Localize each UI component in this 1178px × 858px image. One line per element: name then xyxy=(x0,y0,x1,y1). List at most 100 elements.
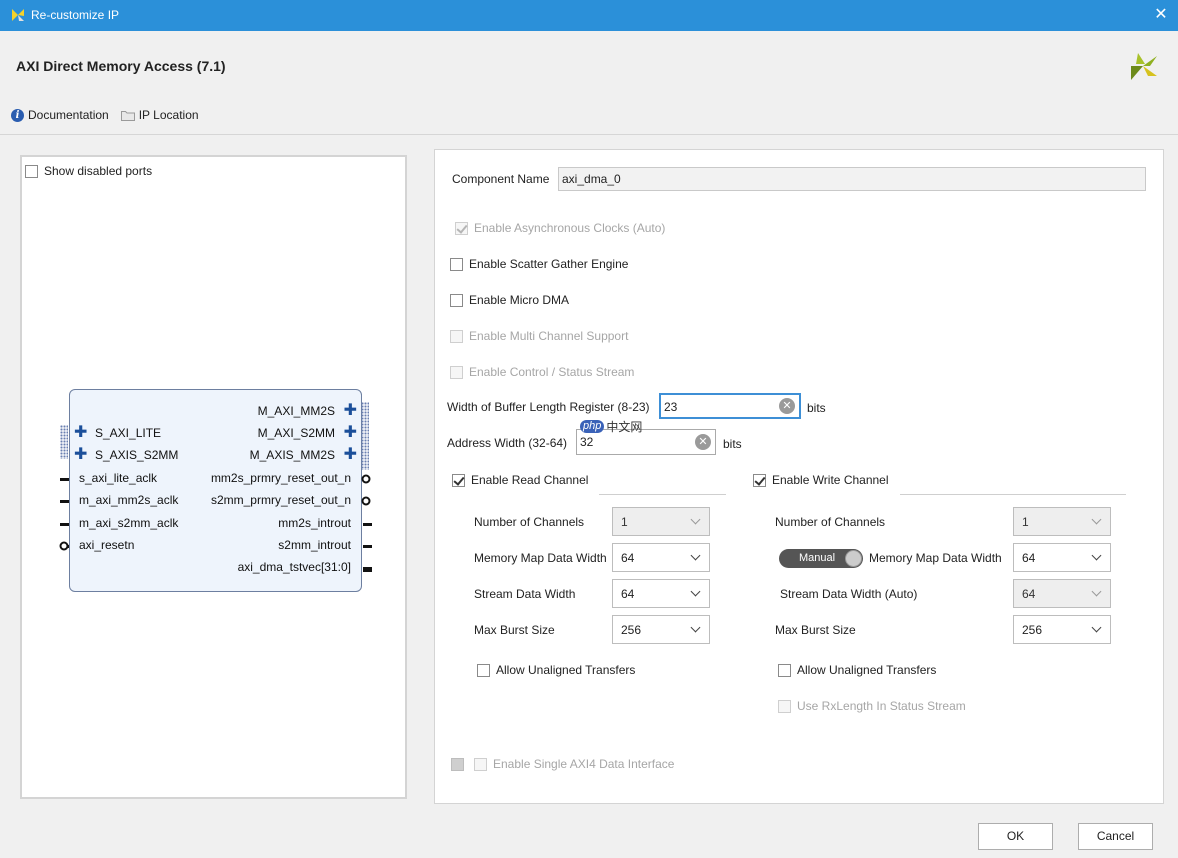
ip-location-link[interactable]: IP Location xyxy=(120,108,199,122)
scatter-gather-option[interactable]: Enable Scatter Gather Engine xyxy=(450,257,628,271)
ip-symbol-panel: Show disabled ports M_AXI_MM2S M_AXI_S2M… xyxy=(20,155,407,799)
port-s-axis-s2mm: S_AXIS_S2MM xyxy=(95,448,179,462)
watermark-text: 中文网 xyxy=(606,420,643,434)
write-channel-divider xyxy=(900,494,1126,495)
component-name-label: Component Name xyxy=(452,172,550,186)
folder-icon xyxy=(120,110,135,121)
header-links: i Documentation IP Location xyxy=(11,108,205,122)
buffer-length-input[interactable]: 23 ✕ xyxy=(659,393,801,419)
manual-toggle-label: Manual xyxy=(799,552,836,564)
enable-read-channel-label: Enable Read Channel xyxy=(471,473,589,487)
read-stream-width-label: Stream Data Width xyxy=(474,587,576,601)
address-width-label: Address Width (32-64) xyxy=(447,436,568,450)
bus-connector xyxy=(361,402,369,436)
micro-dma-label: Enable Micro DMA xyxy=(469,293,570,307)
write-unaligned-option[interactable]: Allow Unaligned Transfers xyxy=(778,663,936,677)
read-unaligned-option[interactable]: Allow Unaligned Transfers xyxy=(477,663,635,677)
read-stream-width-value: 64 xyxy=(621,587,635,601)
read-mm-width-select[interactable]: 64 xyxy=(612,543,710,572)
inverted-pin-icon xyxy=(361,496,371,506)
control-status-label: Enable Control / Status Stream xyxy=(469,365,635,379)
chevron-down-icon xyxy=(690,514,701,525)
micro-dma-checkbox[interactable] xyxy=(450,293,463,307)
micro-dma-option[interactable]: Enable Micro DMA xyxy=(450,293,569,307)
enable-write-channel-label: Enable Write Channel xyxy=(772,473,889,487)
watermark-badge: php xyxy=(580,420,605,433)
enable-read-channel-checkbox[interactable] xyxy=(452,473,465,487)
port-s-axi-lite: S_AXI_LITE xyxy=(95,426,162,440)
bus-plus-icon: ✚ xyxy=(343,446,357,463)
vivado-brand-icon xyxy=(1131,53,1157,80)
vivado-logo-icon xyxy=(12,9,24,21)
ok-button[interactable]: OK xyxy=(978,823,1053,850)
enable-write-channel-option[interactable]: Enable Write Channel xyxy=(753,473,889,487)
pin-line xyxy=(363,567,372,572)
toggle-knob xyxy=(845,550,862,567)
ip-header: AXI Direct Memory Access (7.1) i Documen… xyxy=(0,31,1178,135)
enable-read-channel-option[interactable]: Enable Read Channel xyxy=(452,473,588,487)
read-mm-width-value: 64 xyxy=(621,551,635,565)
write-mm-width-select[interactable]: 64 xyxy=(1013,543,1111,572)
bus-connector xyxy=(60,425,68,459)
pin-line xyxy=(363,545,372,548)
pin-line xyxy=(60,478,69,481)
window-title: Re-customize IP xyxy=(31,8,120,22)
single-axi4-option: Enable Single AXI4 Data Interface xyxy=(474,757,674,771)
read-unaligned-checkbox[interactable] xyxy=(477,663,490,677)
show-disabled-ports-checkbox[interactable] xyxy=(25,164,38,178)
buffer-length-label: Width of Buffer Length Register (8-23) xyxy=(447,400,650,414)
pin-line xyxy=(60,523,69,526)
documentation-link[interactable]: i Documentation xyxy=(11,108,109,122)
show-disabled-ports-label: Show disabled ports xyxy=(44,164,153,178)
rxlength-label: Use RxLength In Status Stream xyxy=(797,699,966,713)
component-name-input[interactable]: axi_dma_0 xyxy=(558,167,1146,191)
show-disabled-ports-option[interactable]: Show disabled ports xyxy=(25,164,152,178)
write-num-channels-label: Number of Channels xyxy=(775,515,886,529)
manual-auto-toggle[interactable]: Manual xyxy=(779,549,863,568)
port-mm2s-introut: mm2s_introut xyxy=(278,516,351,530)
enable-write-channel-checkbox[interactable] xyxy=(753,473,766,487)
write-num-channels-select: 1 xyxy=(1013,507,1111,536)
bus-plus-icon: ✚ xyxy=(74,424,88,441)
scatter-gather-checkbox[interactable] xyxy=(450,257,463,271)
port-m-axi-mm2s-aclk: m_axi_mm2s_aclk xyxy=(79,493,179,507)
control-status-option: Enable Control / Status Stream xyxy=(450,365,634,379)
pin-line xyxy=(363,523,372,526)
read-unaligned-label: Allow Unaligned Transfers xyxy=(496,663,636,677)
chevron-down-icon xyxy=(690,586,701,597)
port-m-axis-mm2s: M_AXIS_MM2S xyxy=(249,448,335,462)
port-m-axi-s2mm: M_AXI_S2MM xyxy=(257,426,335,440)
single-axi4-checkbox xyxy=(474,757,487,771)
chevron-down-icon xyxy=(1091,550,1102,561)
write-stream-width-label: Stream Data Width (Auto) xyxy=(780,587,918,601)
write-unaligned-checkbox[interactable] xyxy=(778,663,791,677)
port-s-axi-lite-aclk: s_axi_lite_aclk xyxy=(79,471,158,485)
clear-icon[interactable]: ✕ xyxy=(779,398,795,414)
buffer-length-value: 23 xyxy=(664,400,678,414)
read-channel-divider xyxy=(599,494,726,495)
inverted-pin-icon xyxy=(59,541,69,551)
write-unaligned-label: Allow Unaligned Transfers xyxy=(797,663,937,677)
cancel-button[interactable]: Cancel xyxy=(1078,823,1153,850)
watermark: php 中文网 xyxy=(580,418,642,435)
configuration-panel: Component Name axi_dma_0 Enable Asynchro… xyxy=(434,149,1164,804)
clear-icon[interactable]: ✕ xyxy=(695,434,711,450)
rxlength-checkbox xyxy=(778,699,791,713)
write-stream-width-value: 64 xyxy=(1022,587,1036,601)
info-icon: i xyxy=(11,108,24,122)
write-burst-select[interactable]: 256 xyxy=(1013,615,1111,644)
read-burst-select[interactable]: 256 xyxy=(612,615,710,644)
read-stream-width-select[interactable]: 64 xyxy=(612,579,710,608)
chevron-down-icon xyxy=(1091,586,1102,597)
chevron-down-icon xyxy=(690,622,701,633)
write-mm-width-label: Memory Map Data Width xyxy=(869,551,1002,565)
single-axi4-label: Enable Single AXI4 Data Interface xyxy=(493,757,675,771)
async-clocks-option: Enable Asynchronous Clocks (Auto) xyxy=(455,221,665,235)
bits-label: bits xyxy=(807,401,826,415)
port-axi-dma-tstvec: axi_dma_tstvec[31:0] xyxy=(237,560,351,574)
close-icon[interactable]: ✕ xyxy=(1152,6,1170,24)
read-num-channels-select: 1 xyxy=(612,507,710,536)
multi-channel-option: Enable Multi Channel Support xyxy=(450,329,628,343)
write-num-channels-value: 1 xyxy=(1022,515,1029,529)
control-status-checkbox xyxy=(450,365,463,379)
